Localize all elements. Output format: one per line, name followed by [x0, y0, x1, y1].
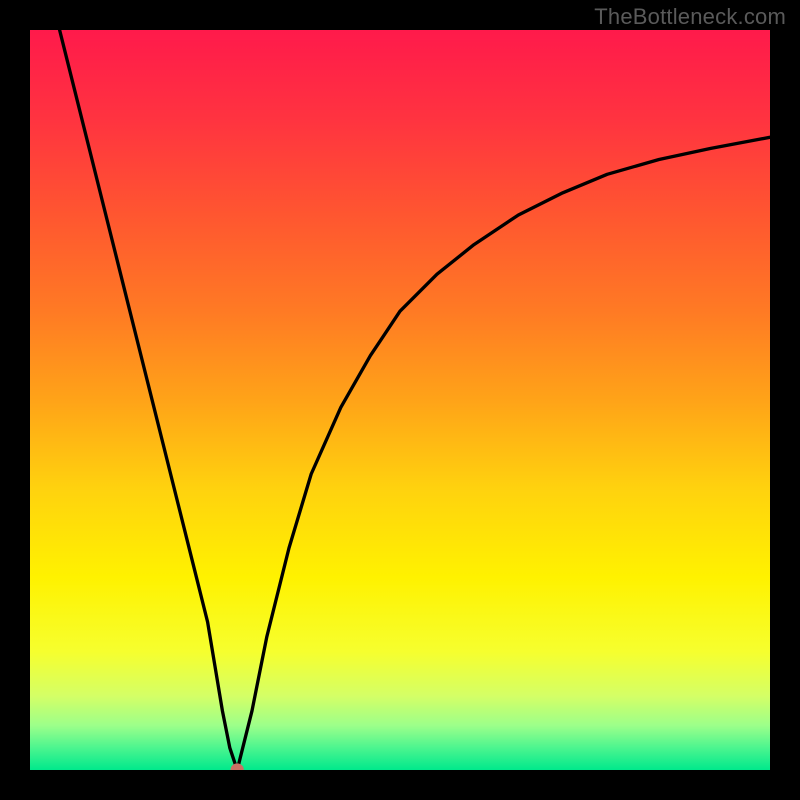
watermark-text: TheBottleneck.com — [594, 4, 786, 30]
chart-background — [30, 30, 770, 770]
chart-svg — [30, 30, 770, 770]
chart-plot-area — [30, 30, 770, 770]
